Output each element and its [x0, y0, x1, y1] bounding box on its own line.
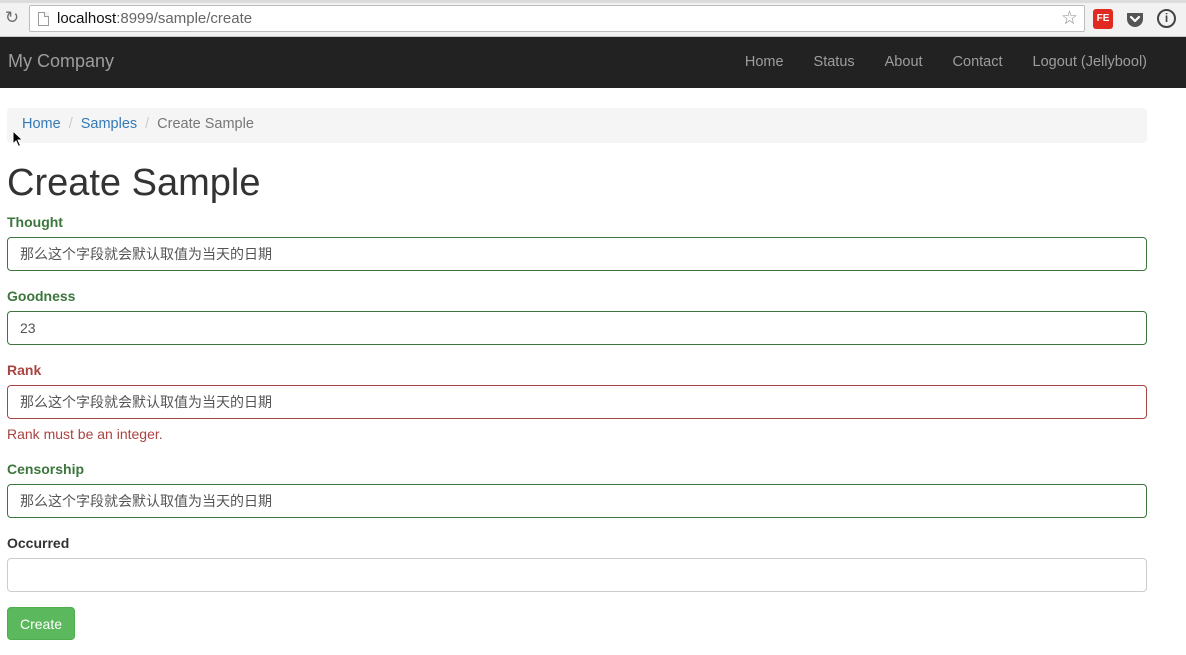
rank-label: Rank: [7, 362, 42, 378]
thought-input[interactable]: [7, 237, 1147, 271]
breadcrumb-separator: /: [68, 116, 73, 132]
tab-strip: [0, 0, 1186, 3]
thought-label: Thought: [7, 214, 63, 230]
url-text[interactable]: localhost:8999/sample/create: [57, 10, 252, 27]
brand-link[interactable]: My Company: [8, 51, 114, 72]
breadcrumb-separator: /: [145, 116, 150, 132]
breadcrumb-current: Create Sample: [157, 116, 254, 132]
rank-error-message: Rank must be an integer.: [7, 426, 163, 442]
create-button[interactable]: Create: [7, 607, 75, 640]
goodness-group: Goodness: [7, 286, 1147, 345]
occurred-input[interactable]: [7, 558, 1147, 592]
reload-icon[interactable]: ↻: [3, 8, 21, 28]
nav-item-status[interactable]: Status: [799, 37, 870, 88]
goodness-input[interactable]: [7, 311, 1147, 345]
browser-toolbar: ↻ localhost:8999/sample/create ☆ FE i: [0, 0, 1186, 37]
censorship-label: Censorship: [7, 461, 85, 477]
nav-item-about[interactable]: About: [870, 37, 938, 88]
occurred-group: Occurred: [7, 533, 1147, 592]
page-title: Create Sample: [7, 162, 261, 204]
censorship-group: Censorship: [7, 459, 1147, 518]
breadcrumb: Home / Samples / Create Sample: [7, 108, 1147, 143]
nav-menu: Home Status About Contact Logout (Jellyb…: [730, 37, 1147, 88]
pocket-extension-icon[interactable]: [1125, 9, 1145, 29]
bookmark-star-icon[interactable]: ☆: [1061, 8, 1078, 28]
info-icon[interactable]: i: [1157, 9, 1176, 28]
occurred-label: Occurred: [7, 535, 70, 551]
address-bar[interactable]: localhost:8999/sample/create ☆: [29, 5, 1085, 32]
fe-extension-icon[interactable]: FE: [1093, 9, 1113, 29]
mouse-cursor-icon: [12, 130, 24, 148]
nav-item-logout[interactable]: Logout (Jellybool): [1018, 37, 1147, 88]
nav-item-contact[interactable]: Contact: [938, 37, 1018, 88]
censorship-input[interactable]: [7, 484, 1147, 518]
nav-item-home[interactable]: Home: [730, 37, 799, 88]
thought-group: Thought: [7, 212, 1147, 271]
rank-input[interactable]: [7, 385, 1147, 419]
page-icon: [38, 12, 49, 26]
breadcrumb-home-link[interactable]: Home: [22, 116, 61, 132]
top-navbar: My Company Home Status About Contact Log…: [0, 37, 1186, 88]
rank-group: Rank Rank must be an integer.: [7, 360, 1147, 442]
breadcrumb-samples-link[interactable]: Samples: [81, 116, 137, 132]
goodness-label: Goodness: [7, 288, 76, 304]
